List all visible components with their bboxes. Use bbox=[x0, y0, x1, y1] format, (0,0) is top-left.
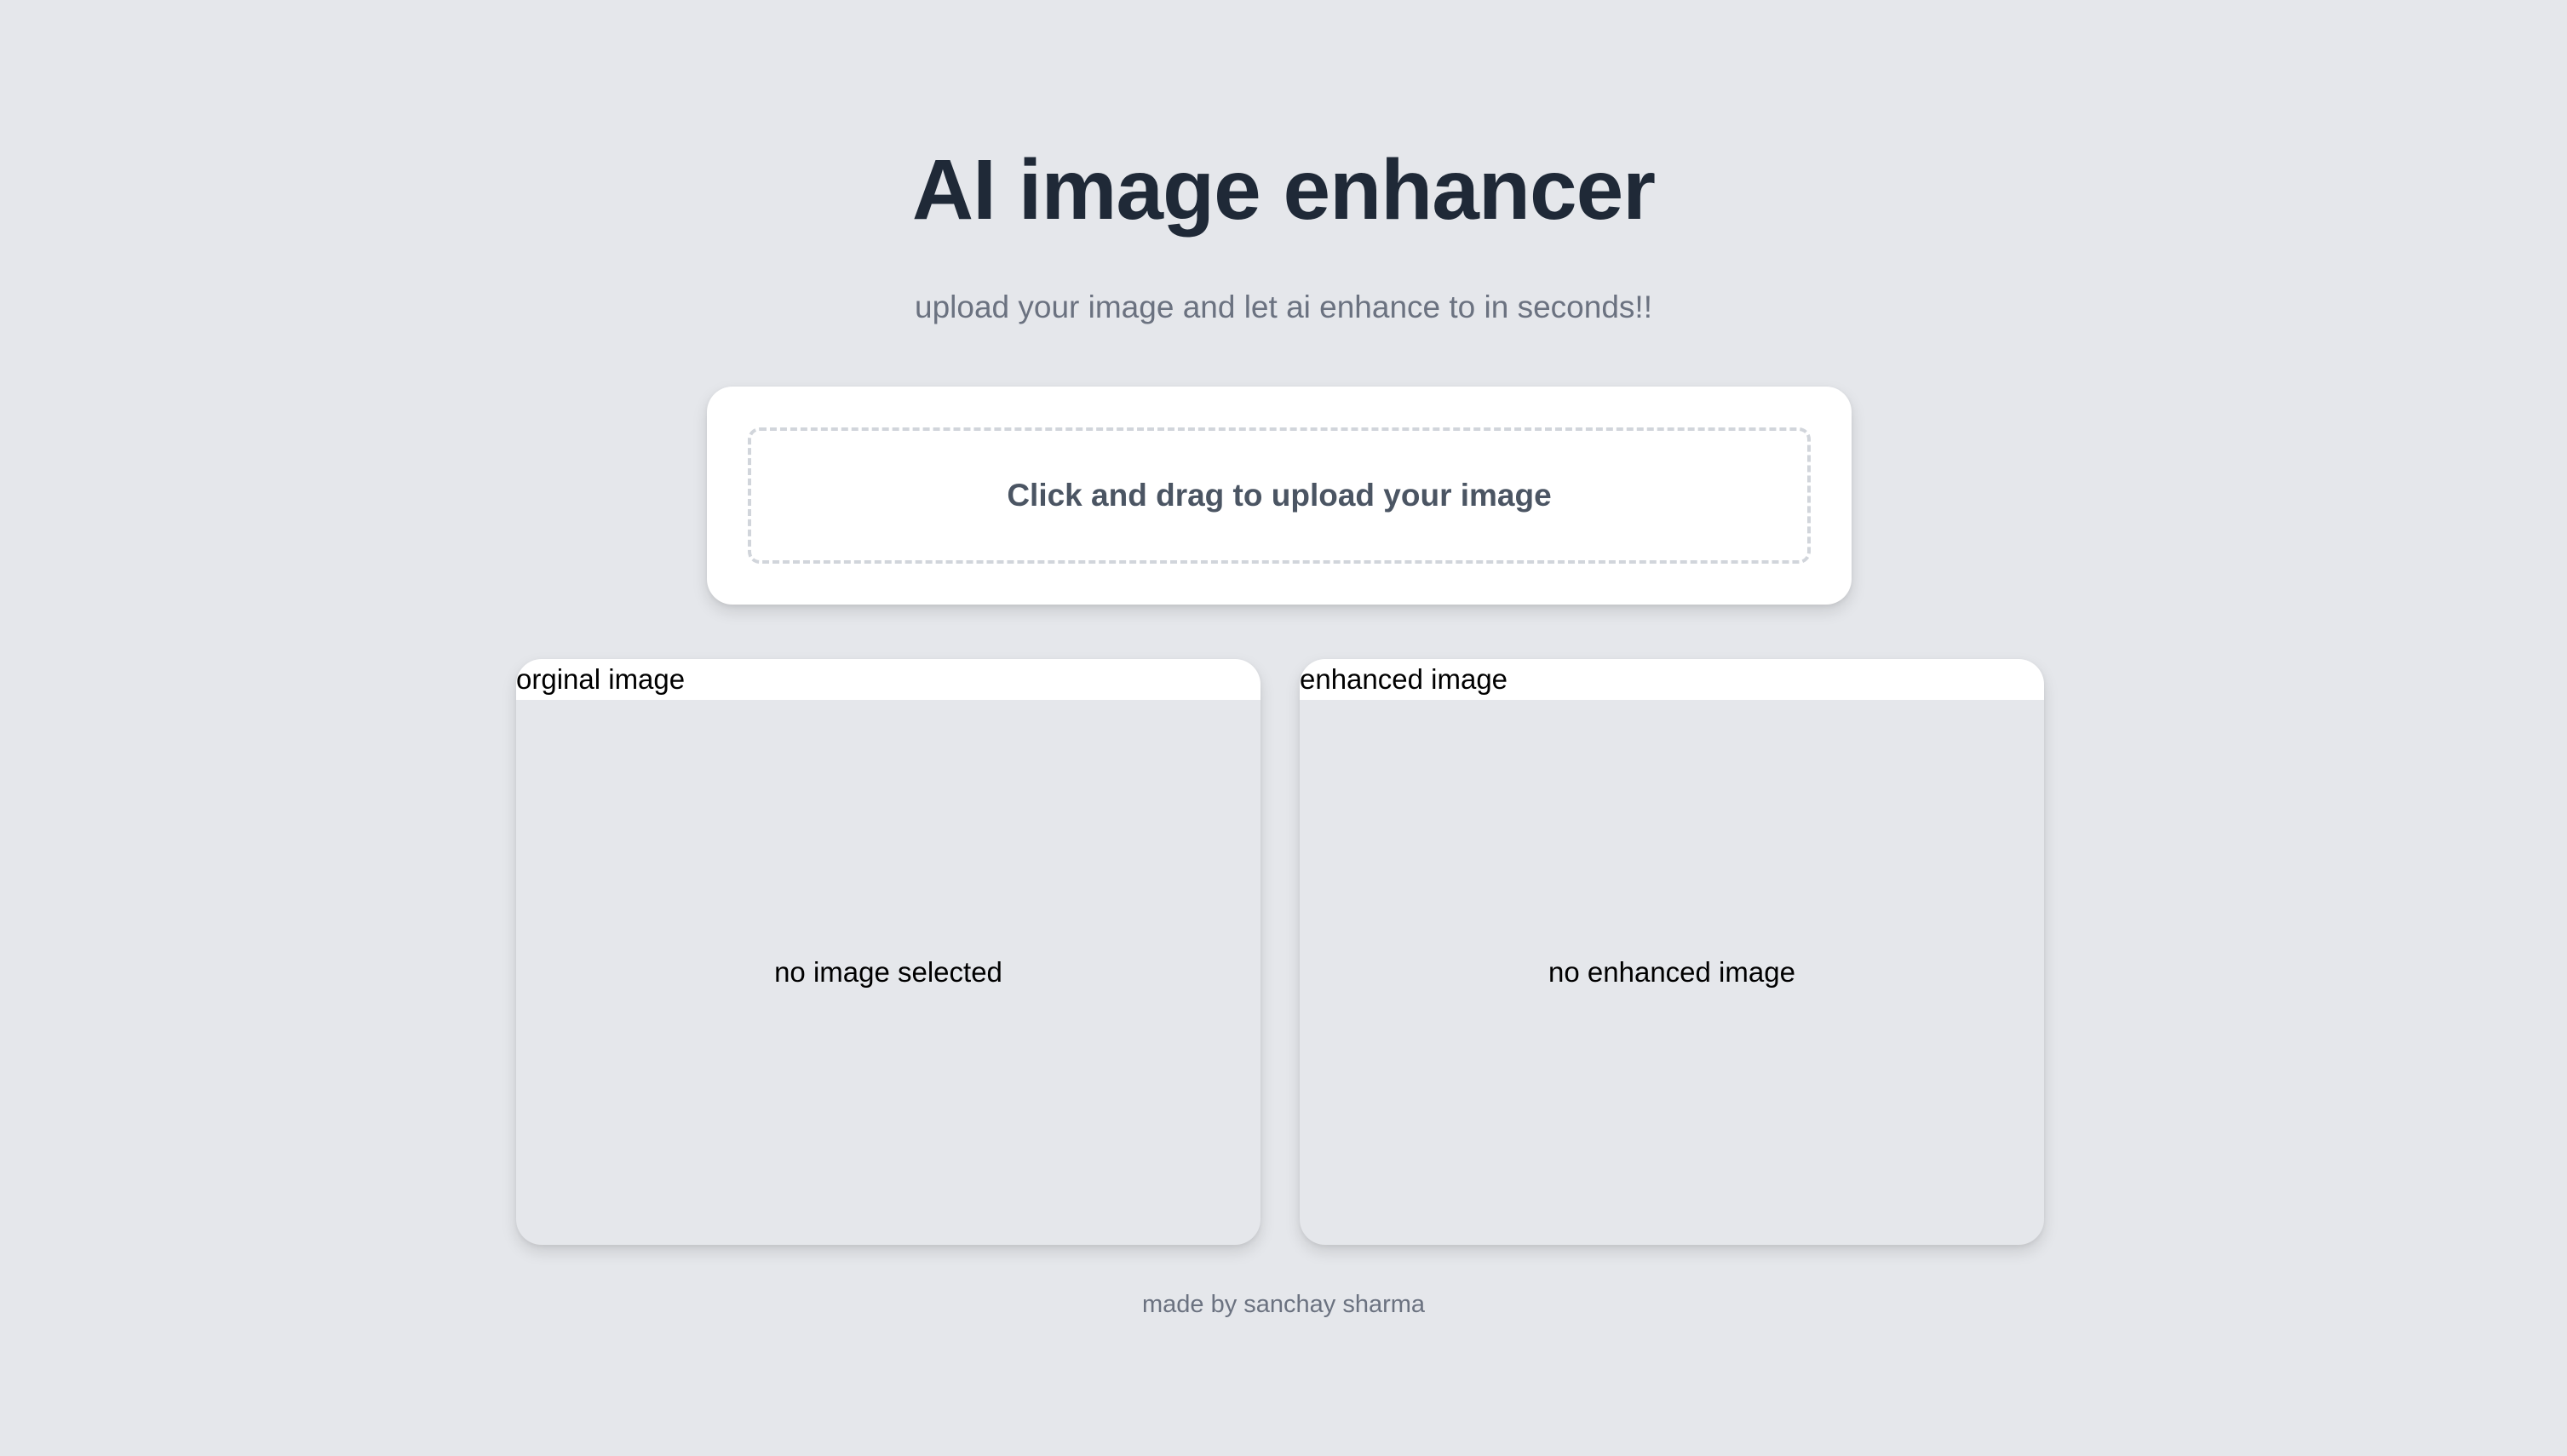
original-image-area: no image selected bbox=[516, 700, 1261, 1245]
enhanced-image-title: enhanced image bbox=[1300, 659, 2044, 700]
page: AI image enhancer upload your image and … bbox=[0, 0, 2567, 1456]
page-subtitle: upload your image and let ai enhance to … bbox=[915, 289, 1652, 324]
enhanced-image-area: no enhanced image bbox=[1300, 700, 2044, 1245]
footer-credit: made by sanchay sharma bbox=[1141, 1291, 1426, 1318]
upload-dropzone-label: Click and drag to upload your image bbox=[1007, 478, 1552, 513]
enhanced-image-panel: enhanced image no enhanced image bbox=[1300, 659, 2044, 1245]
page-title: AI image enhancer bbox=[911, 142, 1656, 238]
upload-dropzone[interactable]: Click and drag to upload your image bbox=[748, 427, 1811, 564]
original-image-title: orginal image bbox=[516, 659, 1261, 700]
original-image-panel: orginal image no image selected bbox=[516, 659, 1261, 1245]
enhanced-image-empty-text: no enhanced image bbox=[1548, 956, 1795, 988]
original-image-empty-text: no image selected bbox=[774, 956, 1002, 988]
upload-card: Click and drag to upload your image bbox=[707, 387, 1852, 605]
